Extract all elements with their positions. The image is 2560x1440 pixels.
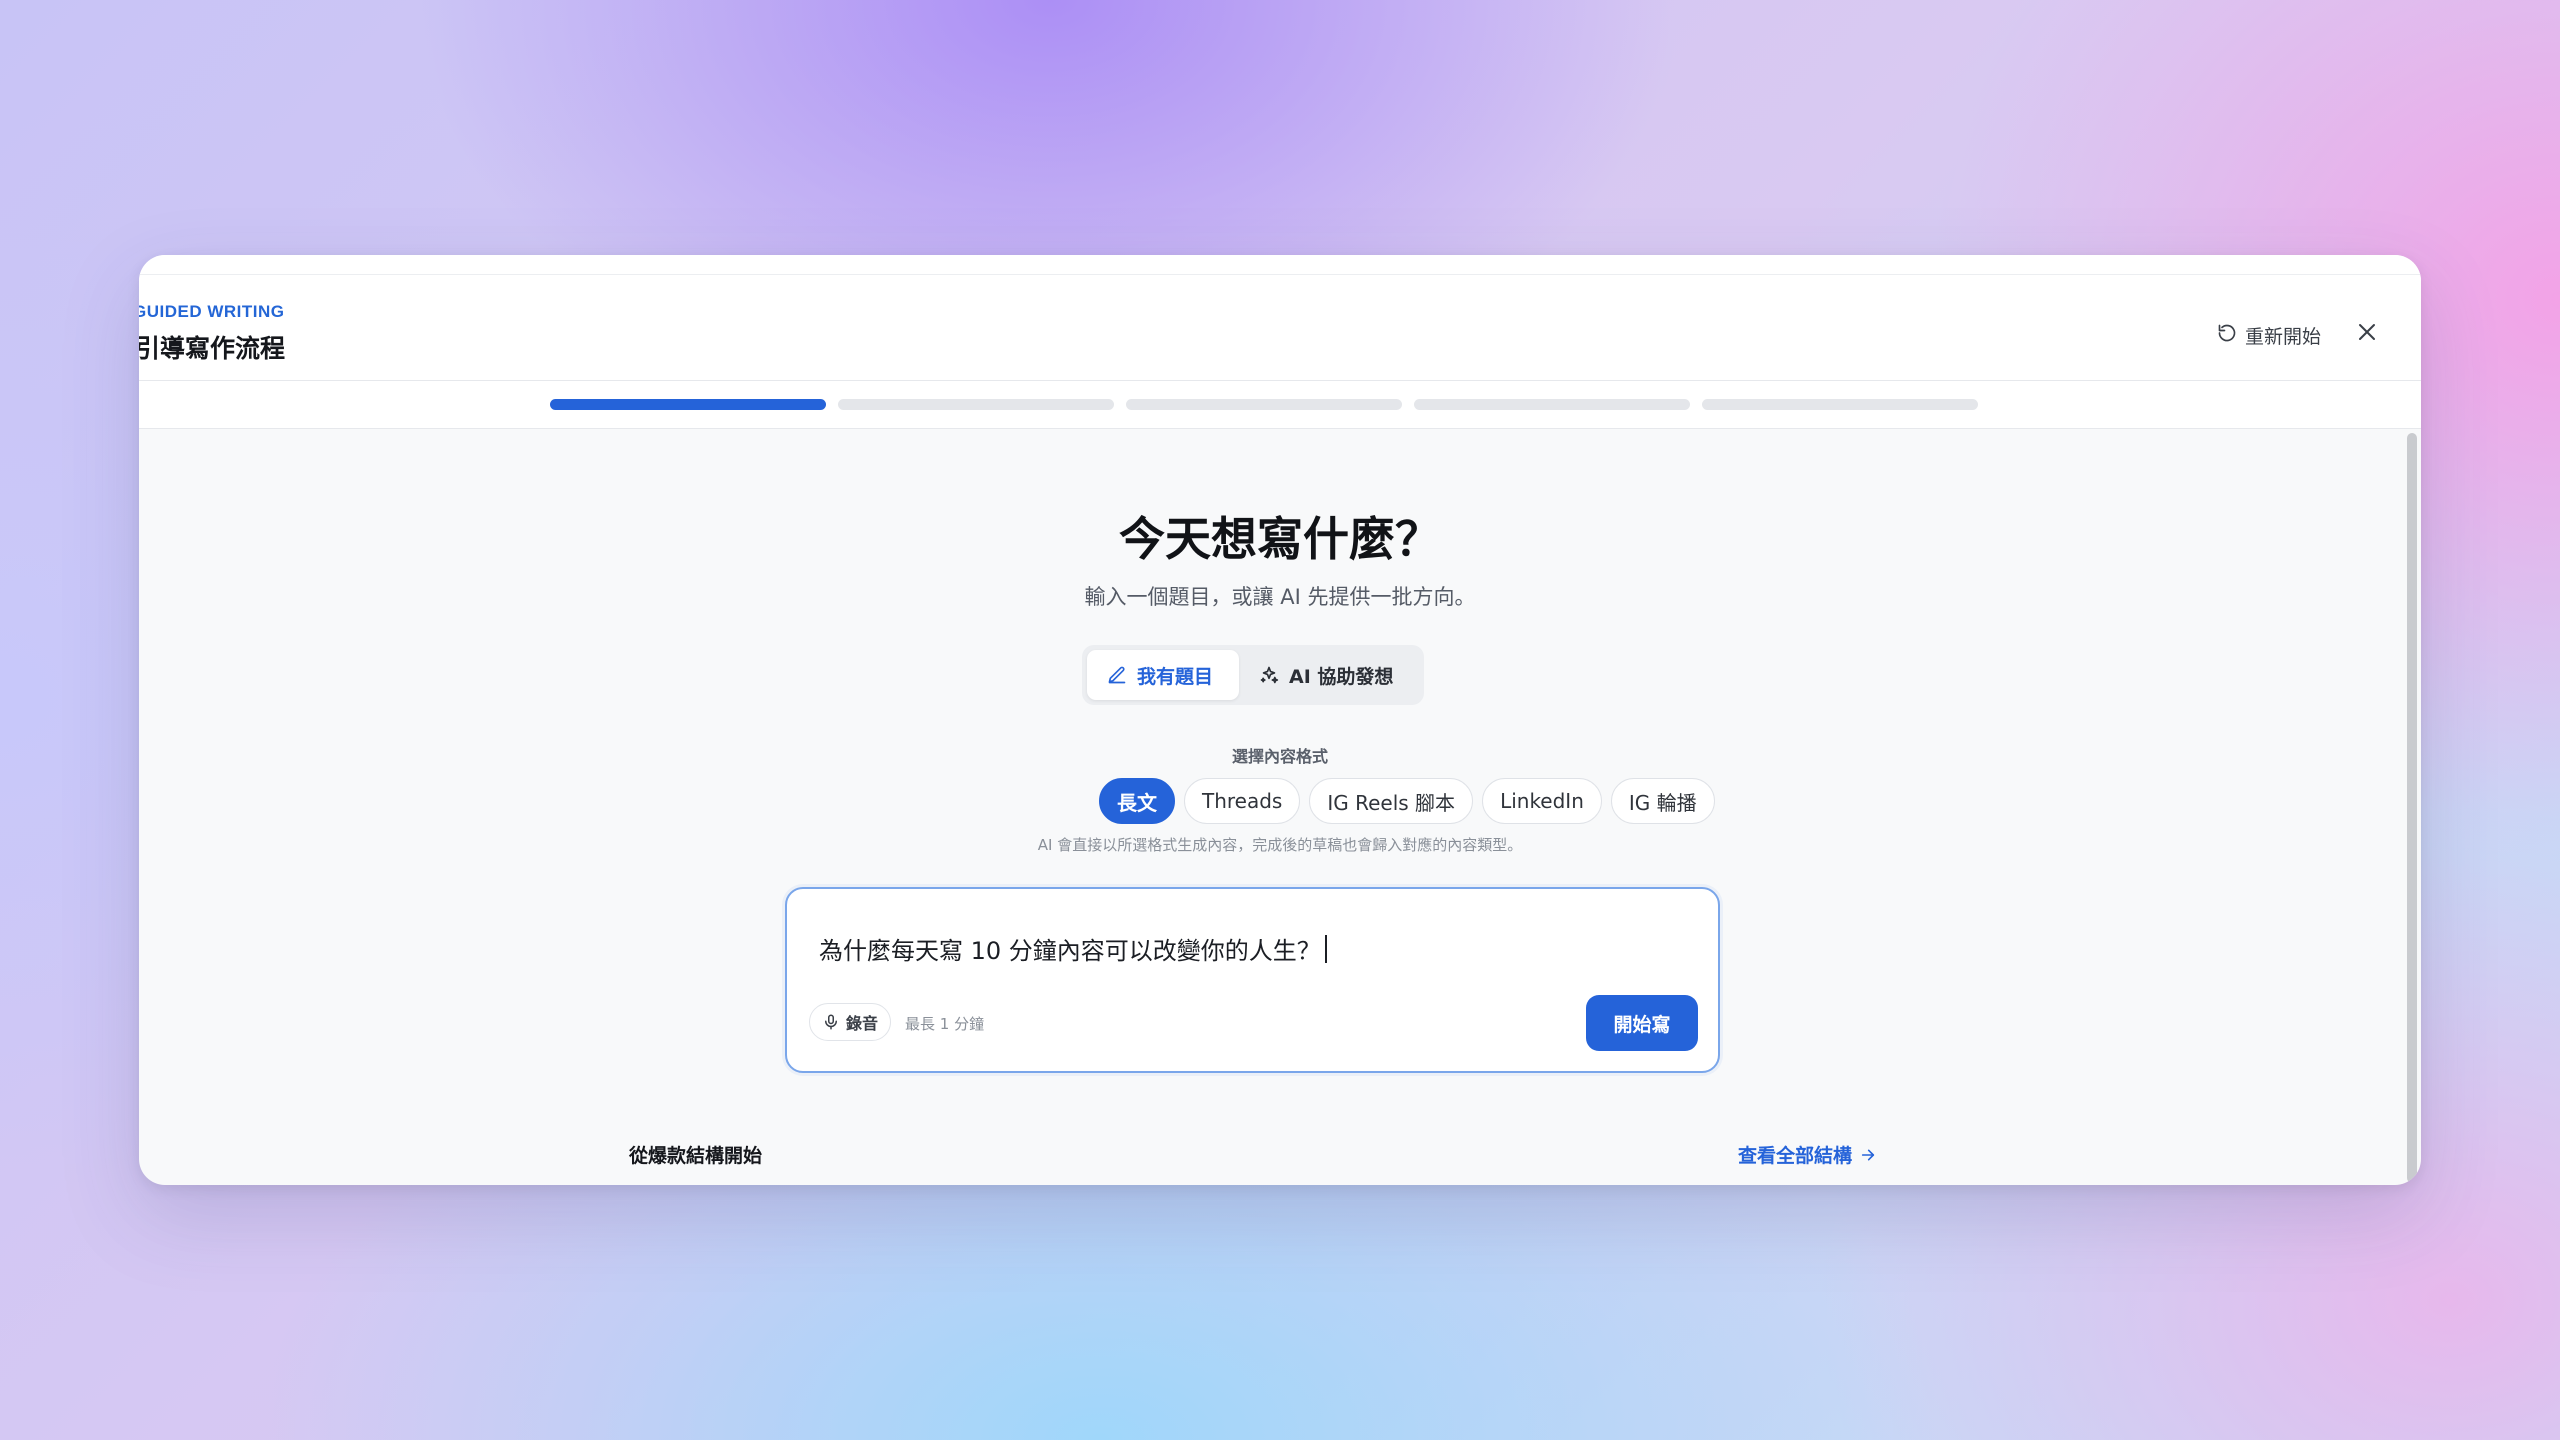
mode-ai-ideas-button[interactable]: AI 協助發想 xyxy=(1239,650,1413,700)
progress-step-3 xyxy=(1126,399,1402,410)
mode-own-topic-label: 我有題目 xyxy=(1137,665,1214,688)
page-title: 今天想寫什麼？ xyxy=(1119,512,1441,566)
mode-own-topic-button[interactable]: 我有題目 xyxy=(1087,650,1239,700)
progress-step-5 xyxy=(1702,399,1978,410)
topic-input-card: 為什麼每天寫 10 分鐘內容可以改變你的人生？ 錄音 最長 1 分鐘 開始寫 xyxy=(785,887,1720,1073)
step-progress xyxy=(550,399,1978,410)
progress-step-1 xyxy=(550,399,826,410)
format-chip-linkedin[interactable]: LinkedIn xyxy=(1482,778,1602,824)
mode-switch: 我有題目 AI 協助發想 xyxy=(1082,645,1424,705)
format-chip-ig-reels[interactable]: IG Reels 腳本 xyxy=(1309,778,1474,824)
start-writing-button[interactable]: 開始寫 xyxy=(1586,995,1698,1051)
close-button[interactable] xyxy=(2353,318,2381,346)
format-hint: AI 會直接以所選格式生成內容，完成後的草稿也會歸入對應的內容類型。 xyxy=(1037,836,1523,854)
format-chips: 長文 Threads IG Reels 腳本 LinkedIn IG 輪播 xyxy=(1099,778,1715,824)
view-all-structures-link[interactable]: 查看全部結構 xyxy=(1738,1141,1876,1168)
mode-ai-ideas-label: AI 協助發想 xyxy=(1289,665,1394,688)
format-chip-longform[interactable]: 長文 xyxy=(1099,778,1175,824)
progress-step-2 xyxy=(838,399,1114,410)
topic-input[interactable]: 為什麼每天寫 10 分鐘內容可以改變你的人生？ xyxy=(819,931,1327,966)
restart-icon xyxy=(2217,323,2237,348)
close-icon xyxy=(2359,324,2375,340)
header-eyebrow: GUIDED WRITING xyxy=(139,302,285,321)
page-subtitle: 輸入一個題目，或讓 AI 先提供一批方向。 xyxy=(1084,585,1476,609)
guided-writing-modal: GUIDED WRITING 引導寫作流程 重新開始 今天想寫什麼？ 輸入一個題… xyxy=(139,255,2421,1185)
record-button[interactable]: 錄音 xyxy=(809,1003,892,1041)
view-all-structures-label: 查看全部結構 xyxy=(1738,1145,1853,1167)
record-limit-text: 最長 1 分鐘 xyxy=(905,1015,985,1033)
topic-input-value: 為什麼每天寫 10 分鐘內容可以改變你的人生？ xyxy=(819,937,1321,965)
pencil-icon xyxy=(1108,666,1126,684)
modal-header: GUIDED WRITING 引導寫作流程 重新開始 xyxy=(139,275,2421,381)
text-caret xyxy=(1324,934,1327,963)
restart-button[interactable]: 重新開始 xyxy=(2217,322,2321,349)
progress-step-4 xyxy=(1414,399,1690,410)
structures-section-title: 從爆款結構開始 xyxy=(629,1145,763,1167)
arrow-right-icon xyxy=(1861,1149,1875,1160)
restart-label: 重新開始 xyxy=(2244,326,2321,348)
modal-top-strip xyxy=(139,255,2421,275)
progress-row xyxy=(139,381,2421,429)
format-section-label: 選擇內容格式 xyxy=(1231,747,1328,766)
sparkles-icon xyxy=(1260,666,1279,684)
format-chip-ig-carousel[interactable]: IG 輪播 xyxy=(1610,778,1715,824)
header-title: 引導寫作流程 xyxy=(139,334,286,363)
microphone-icon xyxy=(825,1014,837,1030)
record-label: 錄音 xyxy=(846,1014,879,1033)
main-content: 今天想寫什麼？ 輸入一個題目，或讓 AI 先提供一批方向。 我有題目 AI 協助… xyxy=(139,429,2421,1185)
format-chip-threads[interactable]: Threads xyxy=(1184,778,1301,824)
